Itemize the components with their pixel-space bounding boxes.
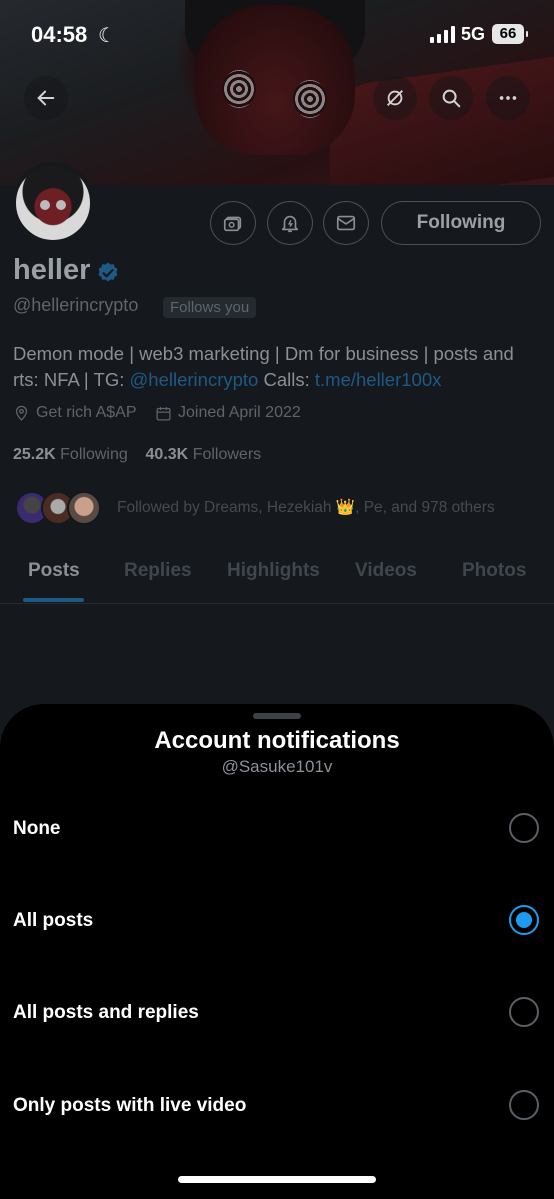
profile-tabs: Posts Replies Highlights Videos Photos: [0, 552, 554, 604]
option-label: All posts: [13, 910, 94, 931]
back-button[interactable]: [24, 76, 68, 120]
hide-icon: [387, 90, 403, 106]
followed-by-text[interactable]: Followed by Dreams, Hezekiah 👑, Pe, and …: [117, 498, 495, 517]
screen: 04:58 ☾ 5G 66 Following heller @hellerin…: [0, 0, 554, 1199]
notifications-button[interactable]: [267, 201, 313, 245]
notifications-sheet: Account notifications @Sasuke101v None A…: [0, 704, 554, 1199]
followers-count: 40.3K: [145, 446, 189, 463]
location-icon: [15, 405, 28, 421]
battery-icon: 66: [492, 24, 528, 44]
follows-you-badge: Follows you: [163, 297, 257, 318]
subscription-button[interactable]: [210, 201, 256, 245]
sheet-subtitle: @Sasuke101v: [221, 757, 333, 776]
radio-all-posts[interactable]: [509, 905, 539, 935]
tab-replies[interactable]: Replies: [124, 560, 192, 582]
bio-link-telegram[interactable]: @hellerincrypto: [130, 369, 259, 390]
notification-bell-icon: [281, 215, 299, 233]
sheet-grabber[interactable]: [253, 713, 301, 719]
avatar[interactable]: [12, 162, 94, 244]
search-button[interactable]: [429, 76, 473, 120]
followers-label: Followers: [192, 446, 262, 463]
tab-videos[interactable]: Videos: [355, 560, 417, 582]
moon-icon: ☾: [98, 25, 116, 47]
following-button[interactable]: Following: [381, 201, 541, 245]
radio-none[interactable]: [509, 813, 539, 843]
profile-name: heller: [13, 254, 91, 286]
joined-text: Joined April 2022: [178, 404, 301, 421]
bio-calls-text: Calls:: [258, 369, 315, 390]
calendar-icon: [156, 406, 171, 421]
message-button[interactable]: [323, 201, 369, 245]
radio-all-posts-and-replies[interactable]: [509, 997, 539, 1027]
more-button[interactable]: [486, 76, 530, 120]
message-icon: [336, 215, 356, 231]
status-time: 04:58: [31, 22, 88, 47]
follower-avatar: [67, 491, 101, 525]
profile-bio: Demon mode | web3 marketing | Dm for bus…: [13, 341, 543, 393]
option-all-posts-and-replies[interactable]: All posts and replies: [0, 984, 554, 1044]
profile-stats: 25.2K Following 40.3K Followers: [13, 446, 261, 464]
option-all-posts[interactable]: All posts: [0, 892, 554, 952]
bio-link-calls[interactable]: t.me/heller100x: [315, 369, 441, 390]
search-icon: [442, 89, 461, 108]
hide-button[interactable]: [373, 76, 417, 120]
tab-photos[interactable]: Photos: [462, 560, 526, 582]
sheet-title: Account notifications: [154, 727, 400, 754]
subscription-icon: [223, 216, 242, 232]
option-label: All posts and replies: [13, 1002, 199, 1023]
network-type: 5G: [461, 24, 486, 44]
radio-live-video[interactable]: [509, 1090, 539, 1120]
following-count: 25.2K: [13, 446, 56, 463]
back-arrow-icon: [37, 90, 55, 106]
active-tab-indicator: [23, 598, 84, 602]
option-label: None: [13, 818, 61, 839]
more-icon: [499, 96, 517, 100]
option-live-video[interactable]: Only posts with live video: [0, 1077, 554, 1137]
following-label: Following: [60, 446, 128, 463]
option-label: Only posts with live video: [13, 1095, 247, 1116]
location-text: Get rich A$AP: [36, 404, 137, 421]
status-bar: 04:58 ☾ 5G 66: [0, 0, 554, 70]
tab-highlights[interactable]: Highlights: [227, 560, 320, 582]
tab-posts[interactable]: Posts: [28, 560, 80, 582]
profile-handle: @hellerincrypto: [13, 295, 139, 315]
verified-badge-icon: [98, 262, 118, 282]
profile-location: Get rich A$AP: [13, 404, 137, 422]
profile-joined: Joined April 2022: [155, 404, 301, 422]
home-indicator[interactable]: [178, 1176, 376, 1183]
option-none[interactable]: None: [0, 800, 554, 860]
followers-stat[interactable]: 40.3K Followers: [146, 446, 262, 463]
following-stat[interactable]: 25.2K Following: [13, 446, 128, 463]
signal-icon: [430, 26, 456, 43]
